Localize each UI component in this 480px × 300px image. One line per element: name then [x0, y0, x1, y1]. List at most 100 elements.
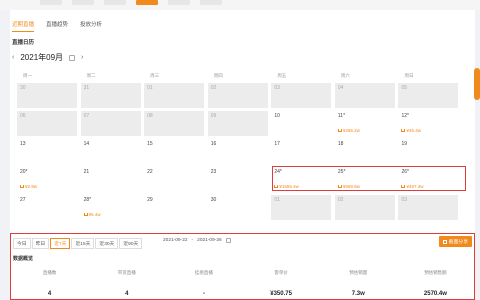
calendar-day-cell[interactable]: 12* ¥45.4w — [398, 111, 458, 136]
top-tab[interactable] — [104, 0, 126, 5]
stat-label: 预估销量 — [349, 270, 368, 275]
calendar-row: 27 28* ¥5.4w 29 30 01 02 03 — [17, 195, 462, 221]
stat-label: 客单价 — [274, 270, 288, 275]
highlight-box — [272, 166, 466, 191]
range-30d[interactable]: 近30天 — [95, 238, 119, 249]
calendar-day-cell[interactable]: 18 — [335, 139, 395, 164]
top-tab[interactable] — [72, 0, 94, 5]
calendar-day-cell[interactable]: 20* ¥2.9w — [17, 167, 77, 192]
date-end: 2021-09-26 — [197, 238, 222, 243]
cart-icon — [20, 185, 24, 188]
stat-item: 预估销售额 2570.4w — [397, 270, 474, 297]
calendar-day-cell[interactable]: 30 — [208, 195, 268, 220]
calendar-day-cell[interactable]: 17 — [271, 139, 331, 164]
calendar-day-cell[interactable]: 03 — [398, 195, 459, 220]
overview-title: 数据概览 — [13, 256, 34, 262]
calendar-row: 30 31 01 02 03 04 05 — [17, 83, 462, 109]
top-tab[interactable] — [40, 0, 62, 5]
stat-item: 带货直播 4 — [88, 270, 165, 297]
range-90d[interactable]: 近90天 — [119, 238, 143, 249]
calendar-day-cell[interactable]: 21 — [81, 167, 141, 192]
share-label: 截图分享 — [448, 240, 468, 245]
calendar-day-cell[interactable]: 30 — [17, 83, 77, 108]
month-label: 2021年09月 — [20, 53, 64, 62]
calendar-day-cell[interactable]: 14 — [81, 139, 141, 164]
day-number: 29 — [147, 197, 153, 203]
range-selector: 今日 昨日 近7天 近15天 近30天 近90天 — [13, 238, 143, 249]
calendar-day-cell[interactable]: 23 — [208, 167, 268, 192]
calendar-day-cell[interactable]: 02 — [207, 83, 268, 108]
scrollbar-thumb[interactable] — [474, 68, 480, 100]
calendar-day-cell[interactable]: 05 — [398, 83, 459, 108]
calendar-day-cell[interactable]: 29 — [144, 195, 204, 220]
calendar-day-cell[interactable]: 22 — [144, 167, 204, 192]
tab-recent-live[interactable]: 近期直播 — [12, 18, 35, 32]
calendar-day-cell[interactable]: 04 — [334, 83, 395, 108]
stat-value: 7.3w — [351, 291, 365, 297]
calendar-day-cell[interactable]: 01 — [144, 83, 205, 108]
calendar-day-cell[interactable]: 28* ¥5.4w — [81, 195, 141, 220]
day-number: 10 — [274, 113, 280, 119]
top-tab[interactable] — [168, 0, 190, 5]
top-tab-active[interactable] — [136, 0, 158, 5]
stat-label: 直播数 — [42, 270, 57, 275]
day-number: 05 — [401, 85, 408, 91]
sales-amount-text: ¥5.4w — [88, 212, 101, 217]
day-number: 03 — [274, 85, 280, 91]
calendar-day-cell[interactable]: 06 — [17, 111, 77, 136]
calendar-day-cell[interactable]: 10 — [271, 111, 331, 136]
date-range-picker[interactable]: 2021-09-22 - 2021-09-26 — [163, 238, 231, 243]
day-number: 01 — [147, 85, 153, 91]
calendar-icon[interactable] — [69, 54, 76, 61]
range-7d[interactable]: 近7天 — [50, 238, 71, 249]
share-icon — [442, 239, 447, 244]
calendar-day-cell[interactable]: 19 — [398, 139, 458, 164]
chevron-left-icon[interactable]: ‹ — [12, 54, 14, 61]
day-number: 27 — [20, 197, 26, 203]
chevron-right-icon[interactable]: › — [81, 54, 83, 61]
day-number: 23 — [210, 169, 217, 175]
weekday-label: 周三 — [150, 73, 160, 78]
day-number: 22 — [147, 169, 153, 175]
stat-label: 挂榜直播 — [194, 270, 213, 275]
range-15d[interactable]: 近15天 — [71, 238, 95, 249]
range-yesterday[interactable]: 昨日 — [31, 238, 50, 249]
day-number: 07 — [83, 113, 90, 119]
day-number: 30 — [210, 197, 217, 203]
top-tab-strip — [0, 0, 480, 10]
calendar-day-cell[interactable]: 01 — [271, 195, 332, 220]
day-number: 28* — [83, 197, 92, 203]
day-number: 11* — [337, 113, 346, 119]
sales-amount-text: ¥2.9w — [25, 184, 38, 189]
calendar-day-cell[interactable]: 27 — [17, 195, 77, 220]
tab-ad-analysis[interactable]: 投放分析 — [80, 18, 102, 32]
calendar-day-cell[interactable]: 13 — [17, 139, 77, 164]
stat-item: 挂榜直播 - — [165, 270, 242, 297]
calendar-day-cell[interactable]: 03 — [271, 83, 332, 108]
tab-live-trend[interactable]: 直播趋势 — [46, 18, 68, 32]
day-number: 15 — [147, 141, 153, 147]
calendar-day-cell[interactable]: 15 — [144, 139, 204, 164]
day-number: 17 — [274, 141, 280, 147]
weekday-label: 周二 — [86, 73, 96, 78]
top-tab[interactable] — [200, 0, 222, 5]
live-calendar: 周一 周二 周三 周四 周五 周六 周日 30 31 01 02 03 04 05 06 07 0… — [17, 73, 462, 223]
calendar-day-cell[interactable]: 16 — [208, 139, 268, 164]
sales-amount: ¥255.2w — [337, 128, 360, 133]
weekday-label: 周六 — [340, 73, 350, 78]
calendar-day-cell[interactable]: 02 — [334, 195, 395, 220]
calendar-icon — [225, 238, 231, 243]
sales-amount: ¥2.9w — [20, 184, 37, 189]
share-button[interactable]: 截图分享 — [438, 236, 472, 247]
day-number: 04 — [337, 85, 344, 91]
calendar-day-cell[interactable]: 07 — [80, 111, 141, 136]
calendar-day-cell[interactable]: 31 — [80, 83, 141, 108]
calendar-day-cell[interactable]: 11* ¥255.2w — [335, 111, 395, 136]
calendar-day-cell[interactable]: 09 — [207, 111, 268, 136]
stat-label: 预估销售额 — [424, 270, 447, 275]
day-number: 16 — [210, 141, 217, 147]
range-today[interactable]: 今日 — [13, 238, 31, 249]
sub-tabs: 近期直播 直播趋势 投放分析 — [10, 18, 102, 32]
weekday-label: 周五 — [277, 73, 287, 78]
calendar-day-cell[interactable]: 08 — [144, 111, 205, 136]
